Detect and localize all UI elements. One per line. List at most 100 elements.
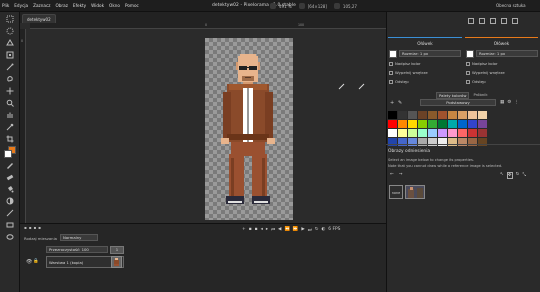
remove-frame-icon[interactable]: ▪ <box>249 227 252 233</box>
rectangle-icon[interactable] <box>5 220 15 230</box>
blend-mode-select[interactable]: Normalny <box>60 234 98 241</box>
left-fill-inside-option[interactable]: Wypełnij wnętrze <box>389 70 428 75</box>
palette-select[interactable]: Podstawowy <box>420 99 496 106</box>
reference-none-slot[interactable]: none <box>389 185 403 199</box>
palette-swatch[interactable] <box>408 111 417 119</box>
guides-icon[interactable] <box>501 18 507 24</box>
ellipse-icon[interactable] <box>5 232 15 242</box>
move-layer-up-icon[interactable]: ▪ <box>33 225 36 231</box>
palette-swatch[interactable] <box>468 129 477 137</box>
right-overwrite-option[interactable]: Nadpisz kolor <box>466 61 498 66</box>
loop-icon[interactable]: ↻ <box>315 227 319 233</box>
bucket-icon[interactable] <box>5 184 15 194</box>
palette-swatch[interactable] <box>468 111 477 119</box>
palette-swatch[interactable] <box>408 129 417 137</box>
last-frame-icon[interactable]: ⏭ <box>308 227 312 233</box>
palette-swatch[interactable] <box>448 129 457 137</box>
color-select-icon[interactable] <box>5 50 15 60</box>
play-backwards-icon[interactable]: ◀ <box>278 227 281 233</box>
zoom-tool-icon[interactable] <box>5 98 15 108</box>
rect-select-icon[interactable] <box>5 14 15 24</box>
palette-swatch[interactable] <box>428 111 437 119</box>
palette-swatch[interactable] <box>458 120 467 128</box>
clone-frame-icon[interactable]: ▪ <box>255 227 258 233</box>
fps-readout[interactable]: 6 FPS <box>328 227 340 233</box>
frame-number[interactable]: 1 <box>110 246 124 254</box>
checkbox-icon[interactable] <box>466 71 470 75</box>
add-layer-icon[interactable]: ▪ <box>24 225 27 231</box>
palette-swatch[interactable] <box>418 120 427 128</box>
palette-swatch[interactable] <box>388 129 397 137</box>
remove-layer-icon[interactable]: ▪ <box>29 225 32 231</box>
select-reference-icon[interactable]: ↖ <box>500 172 504 179</box>
right-size-field[interactable]: Rozmiar: 1 px <box>476 50 538 57</box>
palette-swatch[interactable] <box>458 111 467 119</box>
menu-image[interactable]: Obraz <box>55 3 67 8</box>
previous-frame-icon[interactable]: ⏪ <box>284 227 289 233</box>
menu-effects[interactable]: Efekty <box>73 3 86 8</box>
menu-help[interactable]: Pomoc <box>125 3 139 8</box>
palette-swatch[interactable] <box>408 120 417 128</box>
drawing-canvas[interactable] <box>205 38 293 220</box>
magic-wand-icon[interactable] <box>5 62 15 72</box>
tab-palettes[interactable]: Palety kolorów <box>436 92 470 99</box>
palette-swatch[interactable] <box>428 120 437 128</box>
line-icon[interactable] <box>5 208 15 218</box>
palette-swatch[interactable] <box>478 120 487 128</box>
shading-icon[interactable] <box>5 196 15 206</box>
next-frame-icon[interactable]: ⏩ <box>293 227 298 233</box>
cel-thumbnail[interactable] <box>111 256 122 268</box>
right-spacing-option[interactable]: Odstęp <box>466 79 486 84</box>
reference-image-thumbnail[interactable] <box>405 185 425 199</box>
checkbox-icon[interactable] <box>389 80 393 84</box>
symmetry-icon[interactable] <box>479 18 485 24</box>
move-layer-down-icon[interactable]: ▪ <box>38 225 41 231</box>
menu-window[interactable]: Okno <box>109 3 120 8</box>
left-overwrite-option[interactable]: Nadpisz kolor <box>389 61 421 66</box>
eraser-icon[interactable] <box>5 172 15 182</box>
onion-skin-icon[interactable]: ◐ <box>321 227 325 233</box>
lasso-icon[interactable] <box>5 74 15 84</box>
checkbox-icon[interactable] <box>466 62 470 66</box>
left-brush-preview[interactable] <box>389 50 397 58</box>
palette-swatch[interactable] <box>398 120 407 128</box>
rotate-reference-icon[interactable]: ↻ <box>516 172 520 179</box>
lock-icon[interactable]: 🔒 <box>33 259 39 264</box>
checkbox-icon[interactable] <box>466 80 470 84</box>
menu-file[interactable]: Plik <box>2 3 9 8</box>
palette-swatch[interactable] <box>388 111 397 119</box>
color-picker-icon[interactable] <box>5 122 15 132</box>
grid-icon[interactable] <box>490 18 496 24</box>
edit-icon[interactable] <box>468 18 474 24</box>
right-brush-preview[interactable] <box>466 50 474 58</box>
move-reference-icon[interactable]: ✥ <box>506 172 513 179</box>
polygon-select-icon[interactable] <box>5 38 15 48</box>
move-frame-left-icon[interactable]: ◂ <box>261 227 263 233</box>
rulers-icon[interactable] <box>512 18 518 24</box>
opacity-slider[interactable]: Przezroczystość: 100 <box>46 246 108 253</box>
palette-swatch[interactable] <box>448 111 457 119</box>
palette-swatch[interactable] <box>418 129 427 137</box>
palette-swatch[interactable] <box>468 120 477 128</box>
menu-edit[interactable]: Edycja <box>14 3 28 8</box>
palette-swatch[interactable] <box>458 129 467 137</box>
arrow-right-icon[interactable]: → <box>399 172 403 177</box>
ellipse-select-icon[interactable] <box>5 26 15 36</box>
palette-swatch[interactable] <box>478 111 487 119</box>
scale-reference-icon[interactable]: ⤡ <box>522 172 526 179</box>
palette-swatch[interactable] <box>398 129 407 137</box>
move-icon[interactable] <box>5 86 15 96</box>
tab-detektyw02[interactable]: detektyw02 <box>22 14 56 23</box>
menu-view[interactable]: Widok <box>91 3 104 8</box>
palette-swatch[interactable] <box>438 111 447 119</box>
canvas-viewport[interactable] <box>20 23 386 223</box>
checkbox-icon[interactable] <box>389 62 393 66</box>
palette-settings-icon[interactable]: ⚙ <box>507 100 511 105</box>
horizontal-ruler[interactable]: 0 100 <box>30 23 386 29</box>
pan-icon[interactable] <box>5 110 15 120</box>
play-forward-icon[interactable]: ▶ <box>301 227 304 233</box>
arrow-left-icon[interactable]: ← <box>390 172 394 177</box>
palette-swatch[interactable] <box>478 129 487 137</box>
workspace-selector[interactable]: Obecna sztuka <box>496 3 526 8</box>
crop-icon[interactable] <box>5 134 15 144</box>
